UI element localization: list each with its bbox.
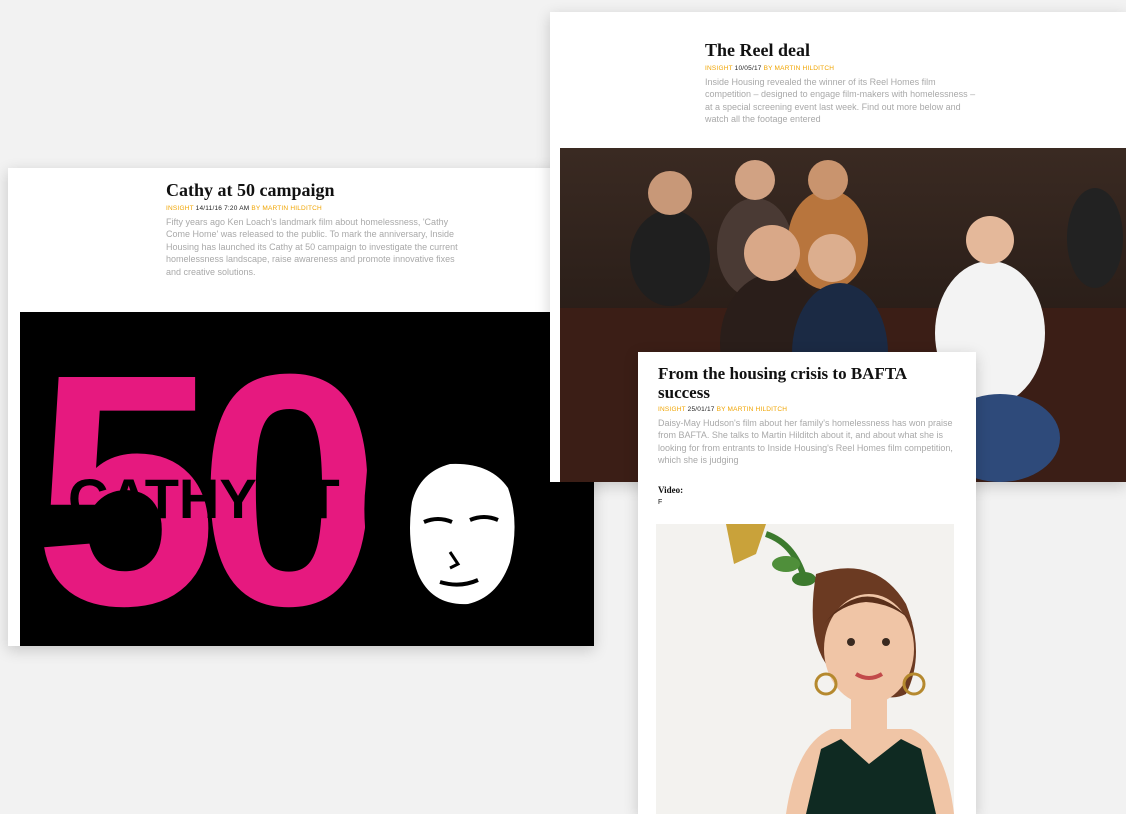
article-card-bafta[interactable]: From the housing crisis to BAFTA success… [638, 352, 976, 814]
article-byline[interactable]: BY MARTIN HILDITCH [717, 406, 788, 413]
daisy-may-portrait-photo [656, 524, 954, 814]
article-meta: INSIGHT 14/11/16 7:20 AM BY MARTIN HILDI… [166, 205, 466, 212]
article-byline[interactable]: BY MARTIN HILDITCH [251, 205, 322, 212]
video-label: Video: [658, 484, 684, 495]
article-date: 14/11/16 7:20 AM [195, 205, 250, 212]
article-kind: INSIGHT [658, 406, 686, 413]
poster-text: CATHY AT [68, 467, 340, 530]
article-date: 25/01/17 [687, 406, 715, 413]
article-meta: INSIGHT 10/05/17 BY MARTIN HILDITCH [705, 65, 980, 72]
article-byline[interactable]: BY MARTIN HILDITCH [764, 65, 835, 72]
card-header: From the housing crisis to BAFTA success… [658, 364, 958, 506]
article-title[interactable]: Cathy at 50 campaign [166, 180, 466, 201]
article-summary: Fifty years ago Ken Loach's landmark fil… [166, 217, 458, 277]
card-header: Cathy at 50 campaign INSIGHT 14/11/16 7:… [166, 180, 466, 278]
article-meta: INSIGHT 25/01/17 BY MARTIN HILDITCH [658, 406, 958, 413]
article-title[interactable]: The Reel deal [705, 40, 980, 61]
article-date: 10/05/17 [734, 65, 762, 72]
article-kind: INSIGHT [166, 205, 194, 212]
article-kind: INSIGHT [705, 65, 733, 72]
article-summary: Inside Housing revealed the winner of it… [705, 77, 976, 125]
article-summary: Daisy-May Hudson's film about her family… [658, 418, 953, 466]
article-card-cathy[interactable]: Cathy at 50 campaign INSIGHT 14/11/16 7:… [8, 168, 594, 646]
card-header: The Reel deal INSIGHT 10/05/17 BY MARTIN… [705, 40, 980, 126]
video-value[interactable]: F [658, 499, 958, 506]
article-title[interactable]: From the housing crisis to BAFTA success [658, 364, 958, 402]
cathy-poster-image: 50 CATHY AT [20, 312, 594, 646]
